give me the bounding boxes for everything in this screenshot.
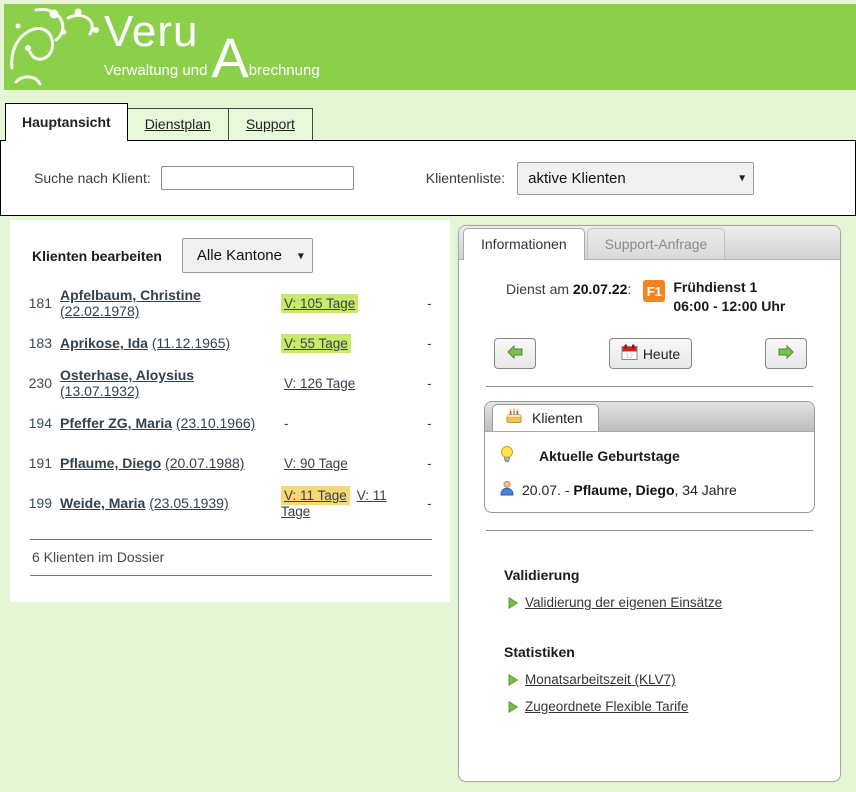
person-icon xyxy=(499,480,515,499)
clients-panel-title: Klienten bearbeiten xyxy=(32,248,162,264)
arrow-right-icon xyxy=(778,345,794,362)
service-info-row: Dienst am 20.07.22: F1 Frühdienst 1 06:0… xyxy=(484,278,815,316)
client-dash: - xyxy=(427,455,436,471)
today-button[interactable]: 12 Heute xyxy=(609,338,692,369)
client-name-link[interactable]: Osterhase, Aloysius xyxy=(60,367,194,383)
validation-days-badge[interactable]: V: 126 Tage xyxy=(281,374,358,393)
previous-day-button[interactable] xyxy=(494,338,536,369)
client-search-input[interactable] xyxy=(161,166,354,190)
tab-klienten-birthdays[interactable]: Klienten xyxy=(492,404,599,431)
divider xyxy=(30,575,432,576)
service-date-label: Dienst am 20.07.22: xyxy=(506,281,631,297)
shift-name: Frühdienst 1 xyxy=(673,278,785,297)
validierung-section-title: Validierung xyxy=(504,567,815,583)
client-id: 183 xyxy=(29,335,52,351)
green-triangle-icon xyxy=(508,597,518,609)
logo-subtitle-right: brechnung xyxy=(249,62,320,79)
birthdays-box-tabstrip: Klienten xyxy=(485,402,814,432)
shift-details: Frühdienst 1 06:00 - 12:00 Uhr xyxy=(673,278,785,316)
tab-hauptansicht[interactable]: Hauptansicht xyxy=(5,103,128,141)
client-id: 230 xyxy=(29,375,52,391)
validation-days-badge[interactable]: V: 90 Tage xyxy=(281,454,351,473)
birthdays-heading: Aktuelle Geburtstage xyxy=(539,448,680,464)
lightbulb-icon xyxy=(499,445,515,467)
shift-code-badge: F1 xyxy=(643,280,665,302)
birthdays-tab-label: Klienten xyxy=(532,410,583,426)
app-header: Veru Verwaltung und A brechnung xyxy=(4,4,856,90)
client-dash: - xyxy=(427,495,436,511)
client-id: 194 xyxy=(29,415,52,431)
client-row: 230 Osterhase, Aloysius (13.07.1932) V: … xyxy=(30,363,432,403)
info-panel: Informationen Support-Anfrage Dienst am … xyxy=(458,225,841,782)
statistiken-section-title: Statistiken xyxy=(504,644,815,660)
arrow-left-icon xyxy=(507,345,523,362)
statistiken-link-row: Monatsarbeitszeit (KLV7) xyxy=(508,672,815,687)
tab-dienstplan[interactable]: Dienstplan xyxy=(128,108,229,140)
tab-support[interactable]: Support xyxy=(229,108,313,140)
next-day-button[interactable] xyxy=(765,338,807,369)
client-row: 181 Apfelbaum, Christine (22.02.1978) V:… xyxy=(30,283,432,323)
floral-flourish-decoration xyxy=(6,4,106,90)
client-id: 181 xyxy=(29,295,52,311)
client-row: 194 Pfeffer ZG, Maria (23.10.1966) - - xyxy=(30,403,432,443)
green-triangle-icon xyxy=(508,701,518,713)
validation-days-badge[interactable]: V: 55 Tage xyxy=(281,334,351,353)
birthday-entry: 20.07. - Pflaume, Diego, 34 Jahre xyxy=(522,482,737,498)
today-button-label: Heute xyxy=(643,346,680,362)
client-id: 199 xyxy=(29,495,52,511)
divider xyxy=(486,530,813,531)
logo-big-a: A xyxy=(211,48,248,68)
tab-informationen[interactable]: Informationen xyxy=(463,228,585,260)
main-content: Klienten bearbeiten Alle Kantone ▾ 181 A… xyxy=(0,216,856,782)
link-validierung-eigene-einsaetze[interactable]: Validierung der eigenen Einsätze xyxy=(525,595,722,610)
svg-text:12: 12 xyxy=(626,353,633,359)
client-row: 199 Weide, Maria (23.05.1939) V: 11 Tage… xyxy=(30,483,432,523)
client-dash: - xyxy=(427,295,436,311)
shift-time: 06:00 - 12:00 Uhr xyxy=(673,297,785,316)
client-list-label: Klientenliste: xyxy=(426,170,505,186)
client-name-link[interactable]: Weide, Maria xyxy=(60,495,145,511)
date-nav-buttons: 12 Heute xyxy=(494,338,807,369)
link-zugeordnete-flexible-tarife[interactable]: Zugeordnete Flexible Tarife xyxy=(525,699,688,714)
client-name-link[interactable]: Pfeffer ZG, Maria xyxy=(60,415,172,431)
client-birthdate-link[interactable]: (23.10.1966) xyxy=(176,415,255,431)
validation-days-badge[interactable]: V: 105 Tage xyxy=(281,294,358,313)
client-birthdate-link[interactable]: (13.07.1932) xyxy=(60,383,139,399)
client-dash: - xyxy=(427,375,436,391)
search-client-label: Suche nach Klient: xyxy=(34,170,151,186)
canton-filter-select[interactable]: Alle Kantone xyxy=(182,238,313,273)
clients-panel: Klienten bearbeiten Alle Kantone ▾ 181 A… xyxy=(10,220,450,602)
validation-days-badge: - xyxy=(281,414,292,433)
client-birthdate-link[interactable]: (22.02.1978) xyxy=(60,303,139,319)
calendar-icon: 12 xyxy=(621,344,638,364)
client-birthdate-link[interactable]: (20.07.1988) xyxy=(165,455,244,471)
statistiken-link-row: Zugeordnete Flexible Tarife xyxy=(508,699,815,714)
divider xyxy=(486,386,813,387)
client-row: 183 Aprikose, Ida (11.12.1965) V: 55 Tag… xyxy=(30,323,432,363)
client-name-link[interactable]: Apfelbaum, Christine xyxy=(60,287,201,303)
info-tabstrip: Informationen Support-Anfrage xyxy=(459,226,840,260)
client-id: 191 xyxy=(29,455,52,471)
client-birthdate-link[interactable]: (11.12.1965) xyxy=(152,335,230,351)
app-logo: Veru Verwaltung und A brechnung xyxy=(104,10,320,79)
tab-support-anfrage[interactable]: Support-Anfrage xyxy=(587,228,726,259)
client-dash: - xyxy=(427,415,436,431)
client-name-link[interactable]: Pflaume, Diego xyxy=(60,455,161,471)
birthdays-box: Klienten Aktuelle Geburtstage xyxy=(484,401,815,513)
logo-subtitle-left: Verwaltung und xyxy=(104,62,207,79)
client-row: 191 Pflaume, Diego (20.07.1988) V: 90 Ta… xyxy=(30,443,432,483)
green-triangle-icon xyxy=(508,674,518,686)
main-nav-tabs: Hauptansicht Dienstplan Support xyxy=(0,103,856,140)
validierung-link-row: Validierung der eigenen Einsätze xyxy=(508,595,815,610)
search-bar: Suche nach Klient: Klientenliste: aktive… xyxy=(0,140,856,216)
client-dash: - xyxy=(427,335,436,351)
client-birthdate-link[interactable]: (23.05.1939) xyxy=(149,495,228,511)
birthday-cake-icon xyxy=(505,408,523,427)
client-name-link[interactable]: Aprikose, Ida xyxy=(60,335,148,351)
link-monatsarbeitszeit[interactable]: Monatsarbeitszeit (KLV7) xyxy=(525,672,676,687)
client-list-select[interactable]: aktive Klienten xyxy=(517,162,754,195)
clients-count-label: 6 Klienten im Dossier xyxy=(30,540,432,575)
